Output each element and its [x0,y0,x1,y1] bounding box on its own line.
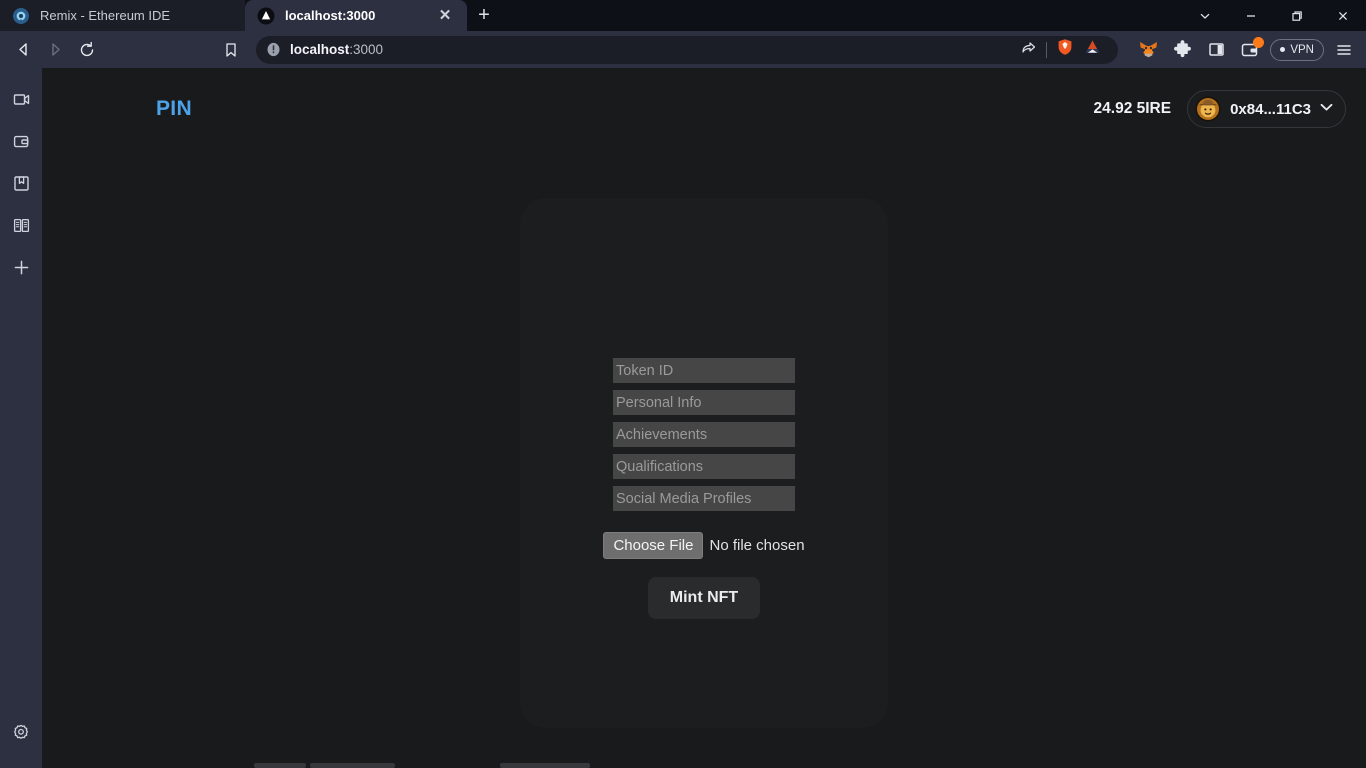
url-port: :3000 [349,42,384,57]
mint-nft-button[interactable]: Mint NFT [647,577,761,619]
vpn-label: VPN [1290,43,1314,56]
browser-tab-bar: Remix - Ethereum IDE localhost:3000 ✕ + [0,0,1366,31]
tab-title: localhost:3000 [285,8,376,23]
sidebar-panel-icon[interactable] [1202,36,1230,64]
footer-fragment [254,763,306,768]
address-bar-actions [1020,38,1108,62]
file-chosen-status: No file chosen [709,537,805,554]
app-header: PIN 24.92 5IRE 0x84...11C3 [42,82,1366,136]
browser-extension-toolbar: VPN [1126,36,1358,64]
header-right-cluster: 24.92 5IRE 0x84...11C3 [1094,90,1346,128]
not-secure-info-icon[interactable] [266,42,281,57]
vpn-status-dot [1280,47,1286,52]
footer-fragment [500,763,590,768]
notification-badge [1253,36,1265,48]
bookmark-icon[interactable] [216,35,246,65]
sidebar-item-wallet[interactable] [0,120,42,162]
divider [1046,41,1048,58]
url-host: localhost [290,42,350,57]
reload-icon[interactable] [72,35,102,65]
sidebar-item-playlist[interactable] [0,78,42,120]
browser-tab-localhost[interactable]: localhost:3000 ✕ [245,0,467,31]
minimize-icon[interactable] [1228,0,1274,31]
remix-icon [13,7,29,24]
chevron-down-icon [1320,103,1333,115]
sidebar-item-add[interactable] [0,246,42,288]
choose-file-button[interactable]: Choose File [603,532,704,559]
brave-wallet-icon[interactable] [1236,36,1265,64]
web-page-content: PIN 24.92 5IRE 0x84...11C3 Token ID Pers… [42,68,1366,768]
browser-window: Remix - Ethereum IDE localhost:3000 ✕ + [0,0,1366,768]
account-button[interactable]: 0x84...11C3 [1187,90,1346,128]
sidebar-item-settings[interactable] [0,712,42,754]
maximize-icon[interactable] [1274,0,1320,31]
wallet-balance: 24.92 5IRE [1093,100,1172,117]
footer-fragment [310,763,395,768]
hamburger-menu-icon[interactable] [1330,36,1358,64]
account-address: 0x84...11C3 [1230,100,1311,118]
brave-sidebar [0,68,42,768]
new-tab-button[interactable]: + [467,0,501,31]
brave-rewards-triangle-icon[interactable] [1083,38,1102,62]
close-icon[interactable] [1320,0,1366,31]
brave-shields-lion-icon[interactable] [1056,38,1074,61]
metamask-fox-icon[interactable] [1134,36,1162,64]
close-icon[interactable]: ✕ [435,6,455,26]
sidebar-item-reading-list[interactable] [0,204,42,246]
file-upload-row: Choose File No file chosen [603,532,805,559]
window-controls [1182,0,1366,31]
app-logo[interactable]: PIN [156,97,192,121]
social-media-profiles-input[interactable] [613,486,795,511]
browser-tab-remix[interactable]: Remix - Ethereum IDE [0,0,245,31]
achievements-input[interactable] [613,422,795,447]
qualifications-input[interactable] [613,454,795,479]
token-id-input[interactable] [613,358,795,383]
localhost-triangle-icon [257,7,275,24]
browser-toolbar: localhost:3000 VPN [0,31,1366,68]
forward-arrow-icon[interactable] [40,35,70,65]
cowboy-avatar-icon [1195,96,1221,122]
vpn-toggle[interactable]: VPN [1270,38,1324,61]
personal-info-input[interactable] [613,390,795,415]
share-icon[interactable] [1020,39,1037,61]
tab-title: Remix - Ethereum IDE [40,8,171,23]
back-arrow-icon[interactable] [8,35,38,65]
chevron-down-icon[interactable] [1182,0,1228,31]
extensions-puzzle-icon[interactable] [1168,36,1196,64]
address-bar-text: localhost:3000 [290,42,383,57]
address-bar[interactable]: localhost:3000 [256,35,1119,64]
sidebar-item-bookmarks[interactable] [0,162,42,204]
